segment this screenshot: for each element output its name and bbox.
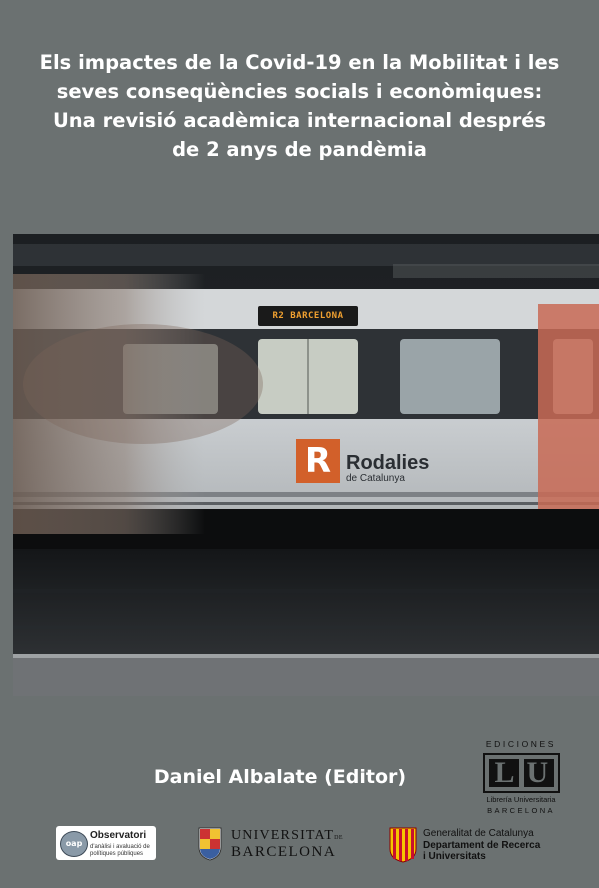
- observatori-logo: oap Observatori d'anàlisi i avaluació de…: [56, 826, 156, 860]
- publisher-line2: BARCELONA: [487, 806, 555, 815]
- ub-line1-suffix: DE: [334, 835, 344, 841]
- title-line-2: seves conseqüències socials i econòmique…: [56, 80, 543, 103]
- rodalies-brand-name: Rodalies: [346, 452, 430, 474]
- institution-logos: oap Observatori d'anàlisi i avaluació de…: [0, 822, 599, 872]
- title-line-4: de 2 anys de pandèmia: [172, 138, 427, 161]
- train-destination-display: R2 BARCELONA: [272, 311, 344, 321]
- generalitat-department: Departament de Recerca i Universitats: [423, 840, 540, 862]
- observatori-desc: d'anàlisi i avaluació de polítiques públ…: [90, 844, 150, 857]
- book-editor: Daniel Albalate (Editor): [153, 766, 407, 788]
- ub-line2: BARCELONA: [231, 844, 337, 860]
- senyera-shield-icon: [389, 827, 417, 863]
- book-cover: Els impactes de la Covid-19 en la Mobili…: [0, 0, 599, 888]
- cover-photo-train: R2 BARCELONA R Rodalies de Catalunya: [13, 234, 599, 696]
- universitat-barcelona-logo: UNIVERSITATDE BARCELONA: [198, 825, 348, 865]
- rodalies-logo-letter: R: [304, 441, 332, 481]
- ub-line1: UNIVERSITATDE: [231, 828, 343, 844]
- publisher-ediciones: EDICIONES: [485, 739, 557, 749]
- publisher-lu-letters: LU: [494, 756, 561, 789]
- generalitat-line3: i Universitats: [423, 851, 486, 862]
- observatori-name: Observatori: [90, 830, 147, 841]
- observatori-oap-badge: oap: [60, 831, 88, 857]
- ub-shield-icon: [198, 827, 222, 861]
- rodalies-brand-sub: de Catalunya: [346, 473, 405, 484]
- title-line-3: Una revisió acadèmica internacional desp…: [52, 109, 547, 132]
- ub-line1-main: UNIVERSITAT: [231, 828, 335, 843]
- publisher-lu-mark: LU: [482, 753, 561, 793]
- title-line-1: Els impactes de la Covid-19 en la Mobili…: [39, 51, 560, 74]
- generalitat-line2: Departament de Recerca: [423, 840, 541, 851]
- publisher-line1: Librería Universitaria: [486, 795, 556, 804]
- generalitat-line1: Generalitat de Catalunya: [423, 828, 534, 839]
- generalitat-logo: Generalitat de Catalunya Departament de …: [389, 825, 579, 865]
- book-title: Els impactes de la Covid-19 en la Mobili…: [20, 48, 579, 164]
- publisher-logo: EDICIONES LU Librería Universitaria BARC…: [481, 739, 561, 815]
